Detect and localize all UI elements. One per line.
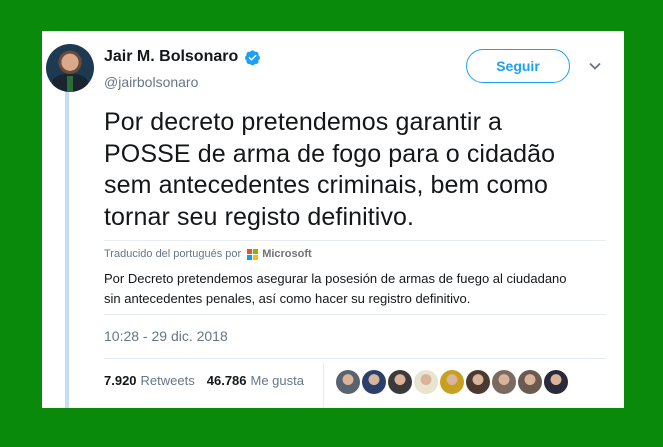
likes-count: 46.786	[206, 373, 247, 388]
liker-avatars	[336, 370, 568, 394]
tweet-stats: 7.920 Retweets 46.786 Me gusta	[104, 373, 316, 388]
author-handle[interactable]: @jairbolsonaro	[104, 74, 198, 90]
liker-avatar[interactable]	[492, 370, 516, 394]
translated-text: Por Decreto pretendemos asegurar la pose…	[104, 269, 610, 309]
liker-avatar[interactable]	[466, 370, 490, 394]
verified-badge-icon	[245, 49, 261, 65]
liker-avatar[interactable]	[336, 370, 360, 394]
follow-button[interactable]: Seguir	[466, 49, 570, 83]
tweet-text-line: sem antecedentes criminais, bem como	[104, 171, 549, 199]
translation-credit: Traducido del portugués por Microsoft	[104, 248, 312, 260]
tweet-text-line: Por decreto pretendemos garantir a	[104, 108, 503, 136]
translation-credit-label: Traducido del portugués por	[104, 248, 242, 260]
retweets-count: 7.920	[104, 373, 137, 388]
retweets-stat[interactable]: 7.920 Retweets	[104, 373, 195, 388]
microsoft-logo-icon	[247, 248, 259, 260]
retweets-label: Retweets	[140, 373, 195, 388]
divider	[323, 362, 324, 408]
translated-text-line: sin antecedentes penales, así como hacer…	[104, 291, 471, 306]
tweet-text: Por decreto pretendemos garantir a POSSE…	[104, 107, 614, 233]
liker-avatar[interactable]	[414, 370, 438, 394]
translated-text-line: Por Decreto pretendemos asegurar la pose…	[104, 271, 567, 286]
liker-avatar[interactable]	[544, 370, 568, 394]
chevron-down-icon[interactable]	[588, 59, 602, 73]
author-row: Jair M. Bolsonaro	[104, 48, 261, 66]
thread-line	[65, 91, 69, 408]
tweet-text-line: tornar seu registo definitivo.	[104, 202, 415, 231]
avatar[interactable]	[46, 44, 94, 92]
divider	[104, 358, 606, 359]
translation-provider: Microsoft	[262, 248, 312, 260]
author-name[interactable]: Jair M. Bolsonaro	[104, 48, 238, 66]
liker-avatar[interactable]	[388, 370, 412, 394]
divider	[104, 314, 606, 315]
liker-avatar[interactable]	[440, 370, 464, 394]
liker-avatar[interactable]	[362, 370, 386, 394]
tweet-text-line: POSSE de arma de fogo para o cidadão	[104, 139, 556, 168]
liker-avatar[interactable]	[518, 370, 542, 394]
likes-stat[interactable]: 46.786 Me gusta	[207, 373, 304, 388]
tweet-card: Jair M. Bolsonaro @jairbolsonaro Seguir …	[42, 31, 624, 408]
tweet-timestamp[interactable]: 10:28 - 29 dic. 2018	[104, 328, 228, 344]
divider	[104, 240, 606, 241]
likes-label: Me gusta	[250, 373, 304, 388]
